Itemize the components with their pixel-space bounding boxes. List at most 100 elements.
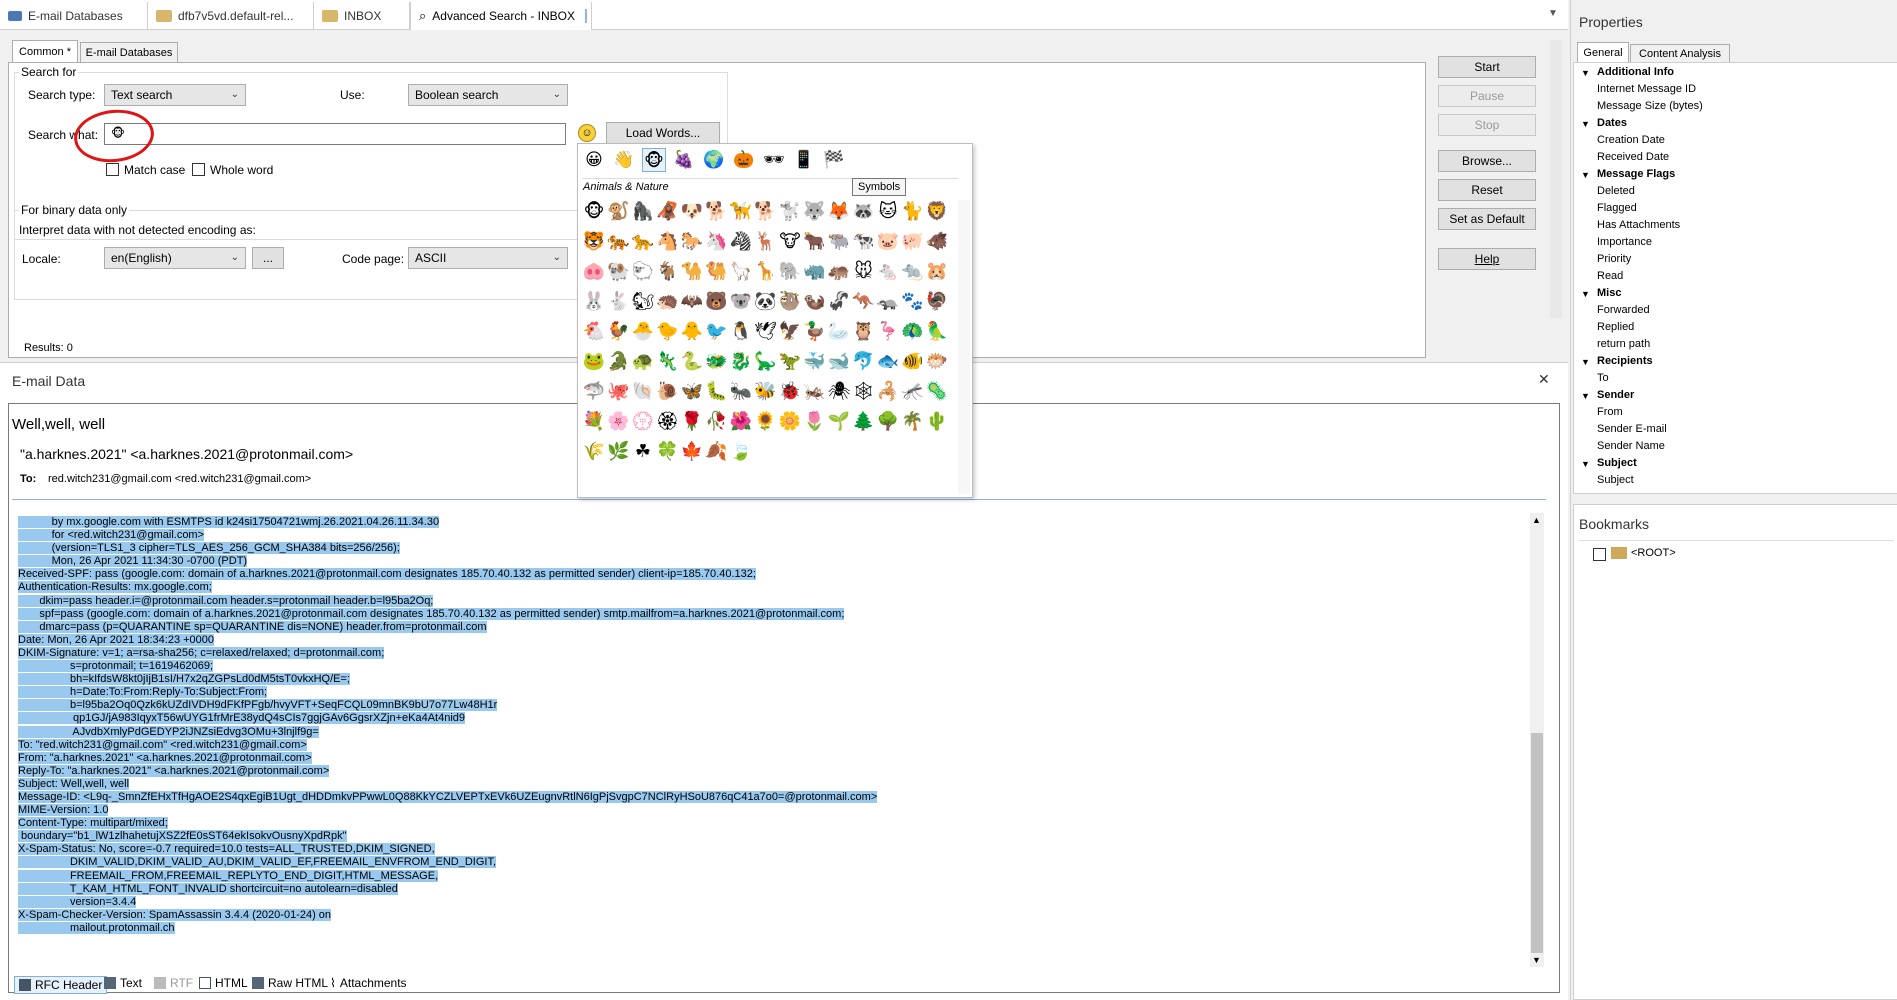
search-type-select[interactable]: Text search ⌄ <box>104 84 246 106</box>
emoji-item[interactable]: 🦊 <box>827 200 851 224</box>
view-tab-html[interactable]: HTML <box>199 976 248 990</box>
tab-advanced-search[interactable]: ⌕ Advanced Search - INBOX <box>410 2 592 30</box>
emoji-item[interactable]: 🦌 <box>754 230 778 254</box>
emoji-item[interactable]: 🐹 <box>925 260 949 284</box>
scroll-up-icon[interactable]: ▲ <box>1532 515 1541 525</box>
emoji-item[interactable]: 🐽 <box>582 260 606 284</box>
emoji-item[interactable]: 🦖 <box>778 350 802 374</box>
emoji-item[interactable]: 🐲 <box>705 350 729 374</box>
tab-email-databases[interactable]: E-mail Databases <box>0 2 148 30</box>
tab-profile-folder[interactable]: dfb7v5vd.default-rel... <box>148 2 314 30</box>
emoji-item[interactable]: 🐡 <box>925 350 949 374</box>
property-section[interactable]: Misc <box>1597 287 1621 299</box>
codepage-select[interactable]: ASCII ⌄ <box>408 247 568 269</box>
emoji-category-button[interactable]: 📱 <box>792 148 816 172</box>
emoji-item[interactable]: 🐕 <box>754 200 778 224</box>
emoji-item[interactable]: 🍂 <box>705 440 729 464</box>
browse-button[interactable]: Browse... <box>1438 150 1536 172</box>
emoji-item[interactable]: 💐 <box>582 410 606 434</box>
scroll-thumb[interactable] <box>1531 733 1543 953</box>
close-icon[interactable]: ✕ <box>1538 371 1550 388</box>
emoji-item[interactable]: 🐐 <box>656 260 680 284</box>
property-item[interactable]: Deleted <box>1597 185 1635 197</box>
emoji-item[interactable]: 🦛 <box>827 260 851 284</box>
emoji-category-button[interactable]: 🍇 <box>672 148 696 172</box>
emoji-item[interactable]: 🐅 <box>607 230 631 254</box>
start-button[interactable]: Start <box>1438 56 1536 78</box>
emoji-item[interactable]: 🌲 <box>852 410 876 434</box>
emoji-category-button[interactable]: 👋 <box>612 148 636 172</box>
property-item[interactable]: Message Size (bytes) <box>1597 100 1703 112</box>
emoji-item[interactable]: 🐊 <box>607 350 631 374</box>
emoji-item[interactable]: 🐻 <box>705 290 729 314</box>
locale-select[interactable]: en(English) ⌄ <box>104 247 246 269</box>
tab-inbox[interactable]: INBOX <box>314 2 410 30</box>
emoji-item[interactable]: 🦄 <box>705 230 729 254</box>
tab-content-analysis[interactable]: Content Analysis <box>1630 44 1730 62</box>
emoji-item[interactable]: 🐢 <box>631 350 655 374</box>
emoji-item[interactable]: 🕷 <box>827 380 851 404</box>
emoji-item[interactable]: 🦇 <box>680 290 704 314</box>
collapse-icon[interactable]: ▼ <box>1581 68 1590 78</box>
emoji-item[interactable]: 🍃 <box>729 440 753 464</box>
emoji-item[interactable]: 🦦 <box>803 290 827 314</box>
emoji-item[interactable]: 🐩 <box>778 200 802 224</box>
emoji-item[interactable]: 🦧 <box>656 200 680 224</box>
tab-list-dropdown-icon[interactable]: ▼ <box>1548 8 1558 19</box>
emoji-item[interactable]: 🐇 <box>607 290 631 314</box>
load-words-button[interactable]: Load Words... <box>606 122 720 144</box>
emoji-item[interactable]: 🦒 <box>754 260 778 284</box>
emoji-item[interactable]: 🌻 <box>754 410 778 434</box>
emoji-item[interactable]: 🐮 <box>778 230 802 254</box>
emoji-item[interactable]: 🐗 <box>925 230 949 254</box>
emoji-item[interactable]: 🐒 <box>607 200 631 224</box>
emoji-item[interactable]: 🦝 <box>852 200 876 224</box>
emoji-item[interactable]: 🦙 <box>729 260 753 284</box>
emoji-item[interactable]: 🐨 <box>729 290 753 314</box>
emoji-item[interactable]: 🐘 <box>778 260 802 284</box>
emoji-item[interactable]: 🐷 <box>876 230 900 254</box>
property-item[interactable]: Has Attachments <box>1597 219 1680 231</box>
property-section[interactable]: Dates <box>1597 117 1627 129</box>
emoji-item[interactable]: 🕊 <box>754 320 778 344</box>
search-scrollbar[interactable] <box>1550 40 1562 318</box>
emoji-item[interactable]: 🌿 <box>607 440 631 464</box>
emoji-item[interactable]: 🌹 <box>680 410 704 434</box>
property-item[interactable]: Importance <box>1597 236 1652 248</box>
view-tab-text[interactable]: Text <box>104 976 142 990</box>
property-item[interactable]: Replied <box>1597 321 1634 333</box>
property-item[interactable]: Read <box>1597 270 1623 282</box>
emoji-category-button[interactable]: 🎃 <box>732 148 756 172</box>
emoji-item[interactable]: 🦩 <box>876 320 900 344</box>
emoji-item[interactable]: 🦢 <box>827 320 851 344</box>
collapse-icon[interactable]: ▼ <box>1581 170 1590 180</box>
emoji-item[interactable]: 🐁 <box>876 260 900 284</box>
emoji-picker-button[interactable]: ☺ <box>578 124 596 142</box>
emoji-item[interactable]: 🐾 <box>901 290 925 314</box>
emoji-category-button[interactable]: 🌍 <box>702 148 726 172</box>
emoji-item[interactable]: 🦂 <box>876 380 900 404</box>
emoji-item[interactable]: 🐔 <box>582 320 606 344</box>
collapse-icon[interactable]: ▼ <box>1581 459 1590 469</box>
property-item[interactable]: Received Date <box>1597 151 1669 163</box>
pause-button[interactable]: Pause <box>1438 85 1536 107</box>
view-tab-rfc-header[interactable]: RFC Header <box>14 976 108 994</box>
bookmark-root-label[interactable]: <ROOT> <box>1631 547 1676 559</box>
emoji-item[interactable]: 🌱 <box>827 410 851 434</box>
scroll-down-icon[interactable]: ▼ <box>1532 955 1541 965</box>
emoji-item[interactable]: 🥀 <box>705 410 729 434</box>
bookmark-root-checkbox[interactable] <box>1593 548 1606 561</box>
emoji-item[interactable]: 🐯 <box>582 230 606 254</box>
emoji-item[interactable]: 🌸 <box>607 410 631 434</box>
emoji-item[interactable]: 🦎 <box>656 350 680 374</box>
emoji-item[interactable]: 🐫 <box>705 260 729 284</box>
emoji-item[interactable]: 🦥 <box>778 290 802 314</box>
property-item[interactable]: Sender E-mail <box>1597 423 1667 435</box>
emoji-item[interactable]: 🐋 <box>827 350 851 374</box>
emoji-item[interactable]: 🌾 <box>582 440 606 464</box>
emoji-item[interactable]: 🦍 <box>631 200 655 224</box>
property-section[interactable]: Message Flags <box>1597 168 1675 180</box>
emoji-item[interactable]: 🐚 <box>631 380 655 404</box>
emoji-item[interactable]: 🐏 <box>607 260 631 284</box>
emoji-item[interactable]: 🐍 <box>680 350 704 374</box>
